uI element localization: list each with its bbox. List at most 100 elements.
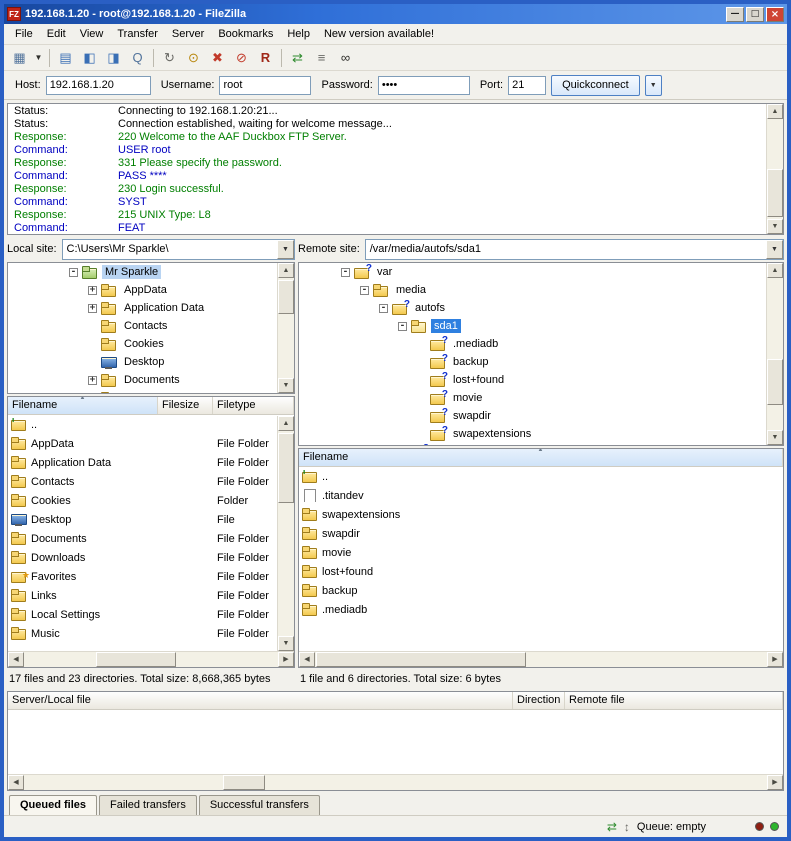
column-header-filetype[interactable]: Filetype	[213, 397, 294, 414]
table-row[interactable]: Favorites File Folder	[8, 567, 277, 586]
menu-new-version[interactable]: New version available!	[317, 25, 441, 43]
table-row[interactable]: Application Data File Folder	[8, 453, 277, 472]
tree-item[interactable]: + Documents	[8, 371, 276, 389]
tree-item[interactable]: swapdir	[299, 407, 765, 425]
toggle-remote-tree-icon[interactable]: ◨	[102, 47, 125, 69]
toggle-queue-icon[interactable]: Q	[126, 47, 149, 69]
scrollbar-thumb[interactable]	[278, 433, 294, 503]
tree-item[interactable]: dvd	[299, 443, 765, 446]
tree-item[interactable]: Contacts	[8, 317, 276, 335]
tree-item[interactable]: lost+found	[299, 371, 765, 389]
scrollbar-thumb[interactable]	[223, 775, 265, 790]
tree-item[interactable]: + AppData	[8, 281, 276, 299]
menu-server[interactable]: Server	[165, 25, 211, 43]
directory-comparison-icon[interactable]: ≡	[310, 47, 333, 69]
column-header-filename[interactable]: ▲ Filename	[299, 449, 783, 466]
tree-item[interactable]: - media	[299, 281, 765, 299]
tree-item[interactable]: + Application Data	[8, 299, 276, 317]
scroll-down-icon[interactable]: ▼	[767, 430, 783, 445]
scrollbar-thumb[interactable]	[96, 652, 176, 667]
scroll-left-icon[interactable]: ◀	[8, 652, 24, 667]
local-site-combobox[interactable]: C:\Users\Mr Sparkle\ ▼	[62, 239, 295, 260]
scroll-left-icon[interactable]: ◀	[299, 652, 315, 667]
tree-expander-icon[interactable]: -	[398, 322, 407, 331]
table-row[interactable]: Local Settings File Folder	[8, 605, 277, 624]
scrollbar-thumb[interactable]	[767, 359, 783, 405]
speed-limit-icon[interactable]: ↕	[624, 821, 630, 833]
scroll-up-icon[interactable]: ▲	[767, 263, 783, 278]
disconnect-icon[interactable]: ⊘	[230, 47, 253, 69]
table-row[interactable]: ..	[299, 467, 766, 486]
menu-bookmarks[interactable]: Bookmarks	[211, 25, 280, 43]
reconnect-icon[interactable]: R	[254, 47, 277, 69]
table-row[interactable]: Downloads File Folder	[8, 548, 277, 567]
tree-item[interactable]: - sda1	[299, 317, 765, 335]
tree-item[interactable]: swapextensions	[299, 425, 765, 443]
process-queue-icon[interactable]: ⊙	[182, 47, 205, 69]
password-input[interactable]	[378, 76, 470, 95]
port-input[interactable]	[508, 76, 546, 95]
titlebar[interactable]: FZ 192.168.1.20 - root@192.168.1.20 - Fi…	[4, 4, 787, 24]
toggle-local-tree-icon[interactable]: ◧	[78, 47, 101, 69]
menu-view[interactable]: View	[73, 25, 111, 43]
menu-transfer[interactable]: Transfer	[110, 25, 165, 43]
tree-item[interactable]: .mediadb	[299, 335, 765, 353]
tree-expander-icon[interactable]: +	[88, 376, 97, 385]
local-tree-vertical-scrollbar[interactable]: ▲ ▼	[277, 263, 294, 393]
remote-site-combobox[interactable]: /var/media/autofs/sda1 ▼	[365, 239, 784, 260]
table-row[interactable]: Cookies Folder	[8, 491, 277, 510]
tab-successful-transfers[interactable]: Successful transfers	[199, 795, 320, 815]
scrollbar-thumb[interactable]	[767, 169, 783, 217]
table-row[interactable]: swapdir	[299, 524, 766, 543]
table-row[interactable]: .mediadb	[299, 600, 766, 619]
quickconnect-button[interactable]: Quickconnect	[551, 75, 640, 96]
table-row[interactable]: AppData File Folder	[8, 434, 277, 453]
cancel-icon[interactable]: ✖	[206, 47, 229, 69]
host-input[interactable]	[46, 76, 151, 95]
username-input[interactable]	[219, 76, 311, 95]
scroll-left-icon[interactable]: ◀	[8, 775, 24, 790]
maximize-button[interactable]: □	[746, 7, 764, 22]
table-row[interactable]: Documents File Folder	[8, 529, 277, 548]
scroll-up-icon[interactable]: ▲	[767, 104, 783, 119]
table-row[interactable]: lost+found	[299, 562, 766, 581]
combo-dropdown-icon[interactable]: ▼	[766, 240, 783, 259]
table-row[interactable]: Music File Folder	[8, 624, 277, 643]
tree-expander-icon[interactable]: +	[88, 286, 97, 295]
column-header-direction[interactable]: Direction	[513, 692, 565, 709]
toggle-message-log-icon[interactable]: ▤	[54, 47, 77, 69]
refresh-icon[interactable]: ↻	[158, 47, 181, 69]
tree-item[interactable]: - Mr Sparkle	[8, 263, 276, 281]
menu-file[interactable]: File	[8, 25, 40, 43]
tree-item[interactable]: - autofs	[299, 299, 765, 317]
tree-expander-icon[interactable]: -	[69, 268, 78, 277]
local-list-horizontal-scrollbar[interactable]: ◀ ▶	[8, 651, 294, 667]
table-row[interactable]: Desktop File	[8, 510, 277, 529]
quickconnect-dropdown-icon[interactable]: ▼	[645, 75, 662, 96]
tree-expander-icon[interactable]: -	[341, 268, 350, 277]
log-vertical-scrollbar[interactable]: ▲ ▼	[766, 104, 783, 234]
scroll-right-icon[interactable]: ▶	[767, 652, 783, 667]
remote-list-horizontal-scrollbar[interactable]: ◀ ▶	[299, 651, 783, 667]
tree-expander-icon[interactable]: -	[379, 304, 388, 313]
tree-item[interactable]: Cookies	[8, 335, 276, 353]
scroll-down-icon[interactable]: ▼	[767, 219, 783, 234]
tab-queued-files[interactable]: Queued files	[9, 795, 97, 815]
table-row[interactable]: Contacts File Folder	[8, 472, 277, 491]
scroll-right-icon[interactable]: ▶	[278, 652, 294, 667]
tree-expander-icon[interactable]: +	[88, 394, 97, 395]
scroll-down-icon[interactable]: ▼	[278, 378, 294, 393]
table-row[interactable]: ..	[8, 415, 277, 434]
close-button[interactable]: ×	[766, 7, 784, 22]
column-header-remote-file[interactable]: Remote file	[565, 692, 783, 709]
local-list-vertical-scrollbar[interactable]: ▲ ▼	[277, 416, 294, 651]
tree-expander-icon[interactable]: +	[88, 304, 97, 313]
find-files-icon[interactable]: ∞	[334, 47, 357, 69]
synchronized-browsing-icon[interactable]: ⇄	[286, 47, 309, 69]
combo-dropdown-icon[interactable]: ▼	[277, 240, 294, 259]
remote-tree-vertical-scrollbar[interactable]: ▲ ▼	[766, 263, 783, 445]
tree-item[interactable]: movie	[299, 389, 765, 407]
site-manager-dropdown-icon[interactable]: ▼	[32, 47, 45, 69]
menu-help[interactable]: Help	[280, 25, 317, 43]
queue-horizontal-scrollbar[interactable]: ◀ ▶	[8, 774, 783, 790]
